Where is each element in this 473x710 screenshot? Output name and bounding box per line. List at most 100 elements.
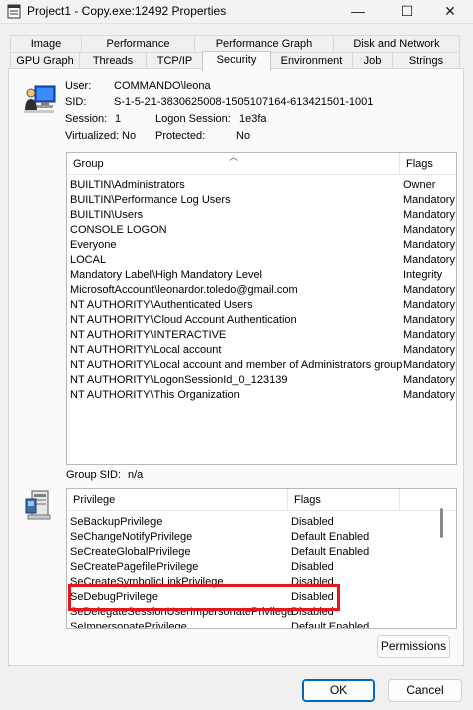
privilege-icon: [25, 490, 51, 520]
group-row[interactable]: NT AUTHORITY\Local account and member of…: [67, 358, 456, 373]
group-flags: Integrity: [403, 269, 443, 281]
group-name: Everyone: [70, 239, 117, 251]
close-button[interactable]: ✕: [427, 0, 473, 24]
tab-strings[interactable]: Strings: [392, 52, 460, 69]
sid-label: SID:: [65, 96, 87, 108]
flags-column-header[interactable]: Flags: [400, 153, 456, 175]
maximize-button[interactable]: ☐: [384, 0, 430, 24]
cancel-button[interactable]: Cancel: [388, 679, 462, 702]
window-title: Project1 - Copy.exe:12492 Properties: [27, 4, 227, 18]
group-name: LOCAL: [70, 254, 107, 266]
maximize-icon: ☐: [400, 3, 414, 19]
group-row[interactable]: NT AUTHORITY\Cloud Account Authenticatio…: [67, 313, 456, 328]
privileges-list-header: Privilege Flags: [67, 489, 456, 511]
title-bar: Project1 - Copy.exe:12492 Properties — ☐…: [0, 0, 473, 24]
tab-performance-graph[interactable]: Performance Graph: [194, 35, 334, 52]
groups-list-header: ︿ Group Flags: [67, 153, 456, 175]
group-flags: Mandatory: [403, 224, 455, 236]
group-row[interactable]: BUILTIN\Users Mandatory: [67, 208, 456, 223]
virtualized-value: No: [122, 130, 137, 142]
privilege-flags: Disabled: [291, 561, 334, 573]
session-label: Session:: [65, 113, 108, 125]
group-name: NT AUTHORITY\Cloud Account Authenticatio…: [70, 314, 297, 326]
group-name: NT AUTHORITY\Local account and member of…: [70, 359, 403, 371]
privilege-row[interactable]: SeChangeNotifyPrivilege Default Enabled: [67, 530, 456, 545]
privilege-flags: Default Enabled: [291, 621, 370, 629]
group-row[interactable]: BUILTIN\Administrators Owner: [67, 178, 456, 193]
group-name: BUILTIN\Users: [70, 209, 144, 221]
tab-threads[interactable]: Threads: [79, 52, 147, 69]
privilege-name: SeCreatePagefilePrivilege: [70, 561, 199, 573]
group-row[interactable]: NT AUTHORITY\INTERACTIVE Mandatory: [67, 328, 456, 343]
logon-session-label: Logon Session:: [155, 113, 231, 125]
group-row[interactable]: NT AUTHORITY\LogonSessionId_0_123139 Mand…: [67, 373, 456, 388]
privilege-name: SeImpersonatePrivilege: [70, 621, 187, 629]
privilege-flags: Default Enabled: [291, 531, 370, 543]
group-name: MicrosoftAccount\leonardor.toledo@gmail.…: [70, 284, 298, 296]
user-label: User:: [65, 80, 92, 92]
group-row[interactable]: Mandatory Label\High Mandatory Level Inte…: [67, 268, 456, 283]
group-name: NT AUTHORITY\Local account: [70, 344, 222, 356]
privilege-row[interactable]: SeImpersonatePrivilege Default Enabled: [67, 620, 456, 629]
tab-environment[interactable]: Environment: [270, 52, 353, 69]
group-name: Mandatory Label\High Mandatory Level: [70, 269, 263, 281]
group-row[interactable]: NT AUTHORITY\Authenticated Users Mandator…: [67, 298, 456, 313]
protected-value: No: [236, 130, 251, 142]
privilege-column-header[interactable]: Privilege: [67, 489, 287, 511]
privilege-row[interactable]: SeCreatePagefilePrivilege Disabled: [67, 560, 456, 575]
minimize-button[interactable]: —: [335, 0, 381, 24]
privilege-flags-column-header[interactable]: Flags: [288, 489, 398, 511]
virtualized-label: Virtualized:: [65, 130, 120, 142]
group-name: NT AUTHORITY\This Organization: [70, 389, 240, 401]
protected-label: Protected:: [155, 130, 206, 142]
group-flags: Mandatory: [403, 314, 455, 326]
group-row[interactable]: MicrosoftAccount\leonardor.toledo@gmail.…: [67, 283, 456, 298]
column-divider[interactable]: [399, 489, 400, 511]
group-sid-value: n/a: [128, 469, 144, 481]
privilege-row[interactable]: SeCreateGlobalPrivilege Default Enabled: [67, 545, 456, 560]
group-name: BUILTIN\Performance Log Users: [70, 194, 231, 206]
group-row[interactable]: BUILTIN\Performance Log Users Mandatory: [67, 193, 456, 208]
group-row[interactable]: LOCAL Mandatory: [67, 253, 456, 268]
user-icon: [24, 85, 56, 113]
group-row[interactable]: CONSOLE LOGON Mandatory: [67, 223, 456, 238]
minimize-icon: —: [351, 3, 365, 19]
privilege-name: SeCreateGlobalPrivilege: [70, 546, 191, 558]
logon-session-value: 1e3fa: [239, 113, 267, 125]
privileges-scrollbar[interactable]: [440, 508, 443, 538]
highlight-box: [68, 584, 340, 611]
group-flags: Mandatory: [403, 284, 455, 296]
tab-security[interactable]: Security: [202, 51, 271, 71]
groups-list[interactable]: ︿ Group Flags BUILTIN\Administrators Owne…: [66, 152, 457, 465]
group-flags: Mandatory: [403, 329, 455, 341]
group-row[interactable]: NT AUTHORITY\This Organization Mandatory: [67, 388, 456, 403]
tab-performance[interactable]: Performance: [81, 35, 195, 52]
ok-button[interactable]: OK: [302, 679, 375, 702]
group-sid-label: Group SID:: [66, 469, 122, 481]
sid-value: S-1-5-21-3830625008-1505107164-613421501…: [114, 96, 374, 108]
session-value: 1: [115, 113, 122, 125]
close-icon: ✕: [444, 3, 456, 19]
group-flags: Mandatory: [403, 254, 455, 266]
tab-image[interactable]: Image: [10, 35, 82, 52]
group-flags: Mandatory: [403, 239, 455, 251]
tab-job[interactable]: Job: [352, 52, 393, 69]
group-name: NT AUTHORITY\LogonSessionId_0_123139: [70, 374, 288, 386]
privilege-row[interactable]: SeBackupPrivilege Disabled: [67, 515, 456, 530]
group-name: BUILTIN\Administrators: [70, 179, 185, 191]
group-flags: Mandatory: [403, 194, 455, 206]
tab-disk-and-network[interactable]: Disk and Network: [333, 35, 460, 52]
group-flags: Mandatory: [403, 344, 455, 356]
group-row[interactable]: Everyone Mandatory: [67, 238, 456, 253]
user-value: COMMANDO\leona: [114, 80, 211, 92]
group-flags: Owner: [403, 179, 436, 191]
group-column-header[interactable]: Group: [67, 153, 399, 175]
permissions-button[interactable]: Permissions: [377, 635, 450, 658]
privilege-name: SeBackupPrivilege: [70, 516, 163, 528]
tab-tcpip[interactable]: TCP/IP: [146, 52, 203, 69]
tab-gpu-graph[interactable]: GPU Graph: [10, 52, 80, 69]
group-name: CONSOLE LOGON: [70, 224, 167, 236]
group-row[interactable]: NT AUTHORITY\Local account Mandatory: [67, 343, 456, 358]
group-name: NT AUTHORITY\INTERACTIVE: [70, 329, 227, 341]
group-flags: Mandatory: [403, 299, 455, 311]
